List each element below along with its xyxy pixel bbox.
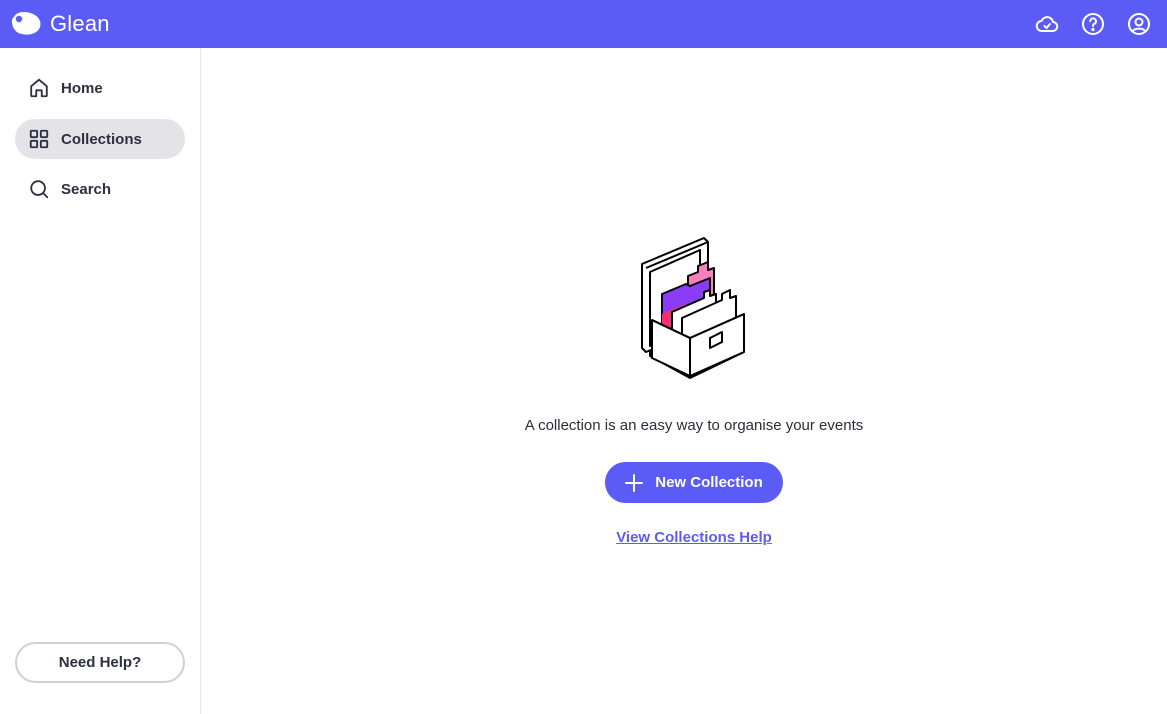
search-icon (30, 180, 49, 199)
sidebar-item-label: Home (61, 79, 103, 97)
sidebar-item-collections[interactable]: Collections (15, 119, 185, 159)
new-collection-button[interactable]: New Collection (605, 462, 783, 503)
help-link-container: View Collections Help (201, 529, 1167, 546)
sidebar-item-label: Search (61, 180, 112, 198)
sidebar-item-label: Collections (61, 130, 142, 148)
empty-state-description: A collection is an easy way to organise … (524, 417, 864, 434)
grid-icon (29, 129, 49, 149)
need-help-button[interactable]: Need Help? (15, 642, 185, 683)
plus-icon (625, 473, 644, 492)
brand[interactable]: Glean (10, 11, 110, 37)
help-circle-icon[interactable] (1081, 12, 1105, 36)
view-collections-help-link[interactable]: View Collections Help (616, 529, 772, 546)
file-box-illustration (641, 237, 745, 379)
app-name: Glean (50, 11, 110, 36)
new-collection-label: New Collection (655, 474, 763, 491)
sidebar: Home Collections Search Need Help? (0, 48, 201, 714)
sidebar-item-search[interactable]: Search (15, 169, 185, 209)
glean-logo-icon (11, 12, 41, 35)
main-content: A collection is an easy way to organise … (201, 48, 1167, 714)
top-actions (1035, 12, 1151, 36)
top-bar: Glean (0, 0, 1167, 48)
account-icon[interactable] (1127, 12, 1151, 36)
app-window: Glean Home Collections Search Need Help?… (0, 0, 1167, 714)
sidebar-item-home[interactable]: Home (15, 68, 185, 108)
home-icon (30, 78, 48, 98)
cloud-sync-icon[interactable] (1035, 12, 1059, 36)
